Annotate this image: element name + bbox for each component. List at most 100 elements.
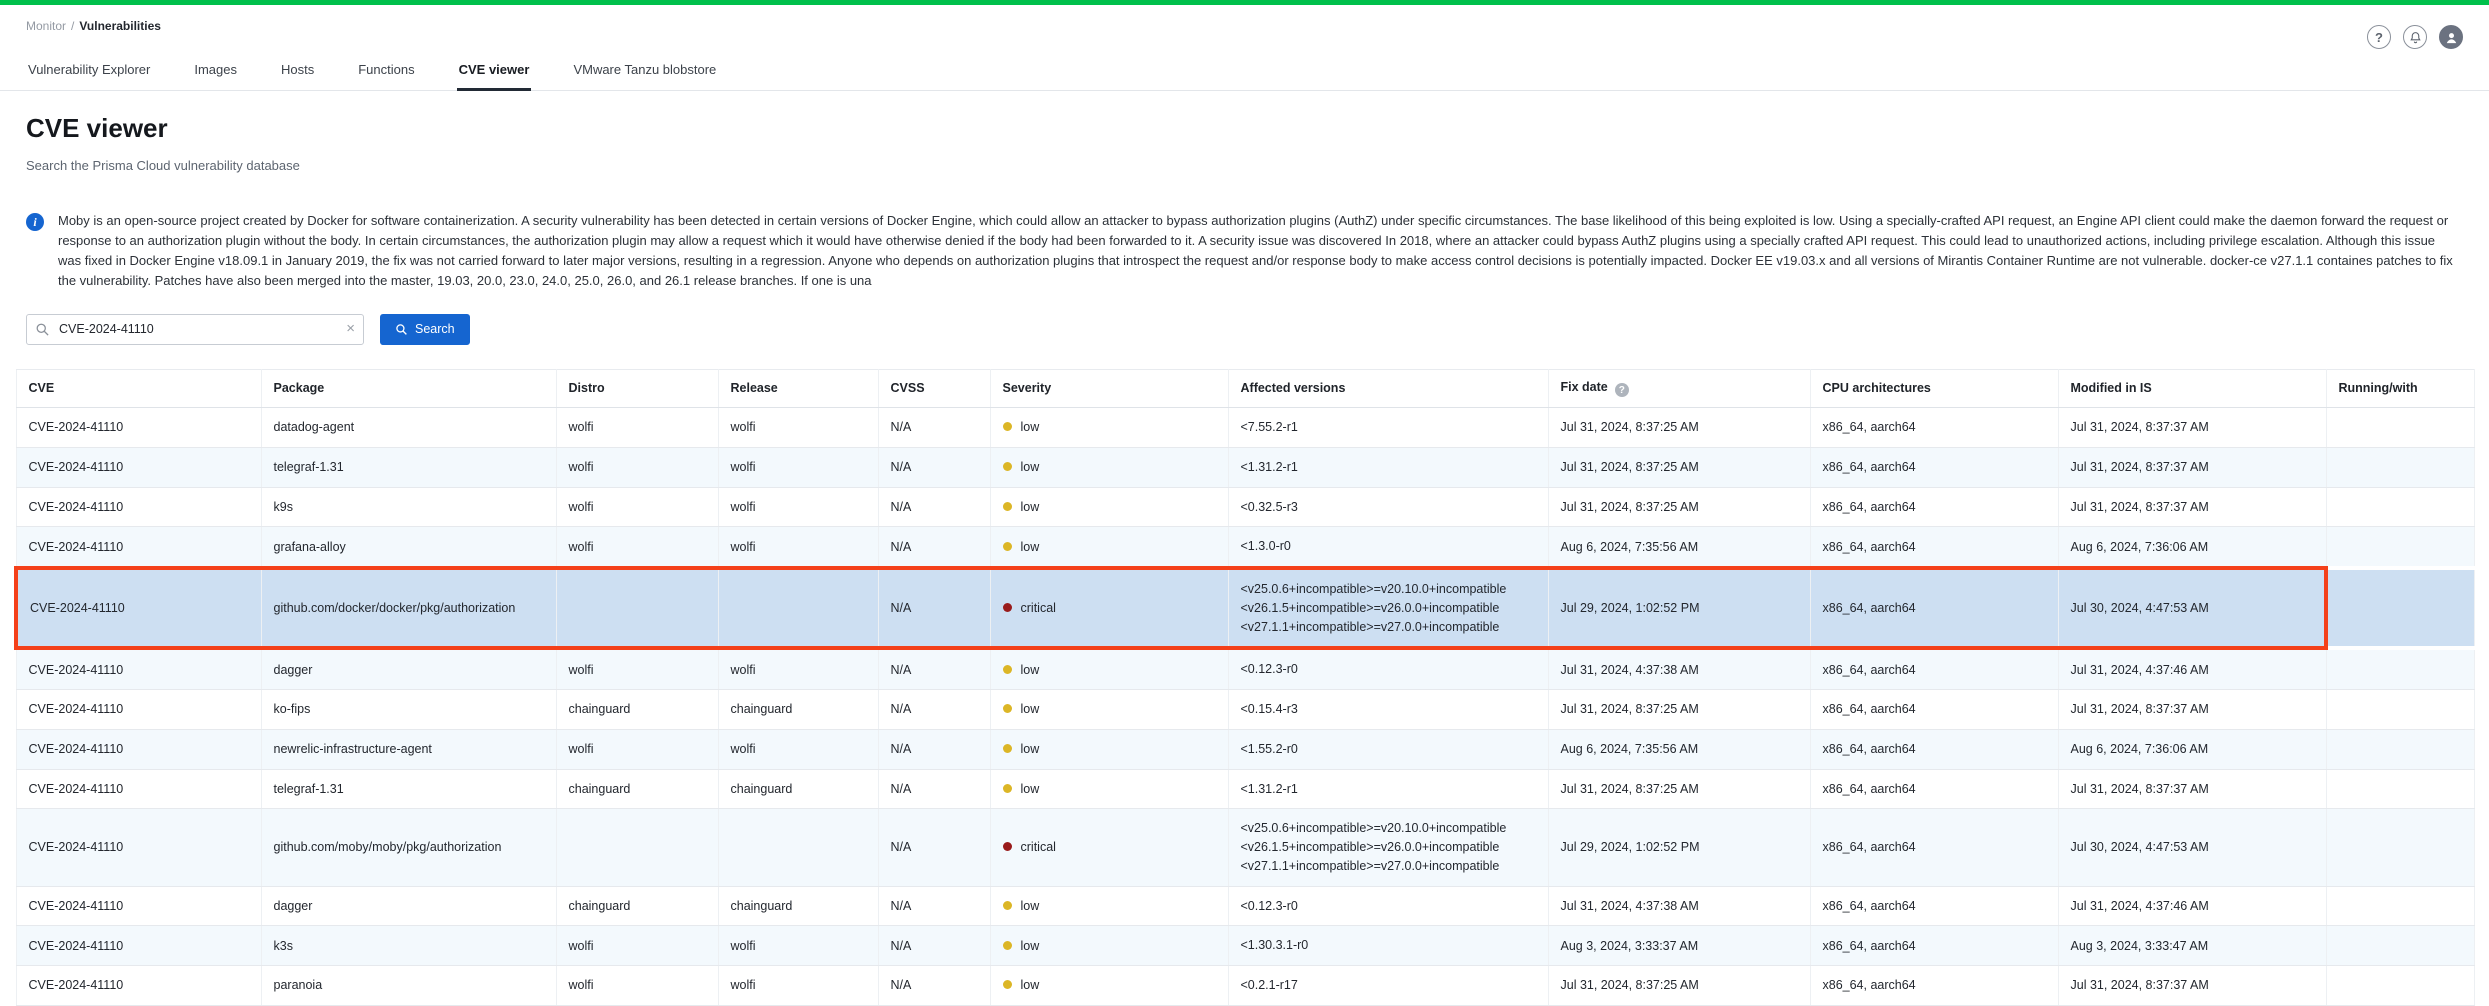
fix-date-cell: Jul 29, 2024, 1:02:52 PM — [1548, 809, 1810, 886]
severity-cell: low — [990, 966, 1228, 1006]
release-cell: wolfi — [718, 648, 878, 689]
cve-cell: CVE-2024-41110 — [16, 487, 261, 527]
info-banner: i Moby is an open-source project created… — [26, 211, 2463, 292]
table-row[interactable]: CVE-2024-41110k3swolfiwolfiN/Alow<1.30.3… — [16, 926, 2475, 966]
release-cell: chainguard — [718, 690, 878, 730]
release-cell: wolfi — [718, 966, 878, 1006]
running-with-cell — [2326, 527, 2475, 568]
cve-cell: CVE-2024-41110 — [16, 966, 261, 1006]
package-cell: telegraf-1.31 — [261, 769, 556, 809]
table-row[interactable]: CVE-2024-41110paranoiawolfiwolfiN/Alow<0… — [16, 966, 2475, 1006]
top-bar: Monitor/Vulnerabilities ? — [0, 5, 2489, 49]
severity-cell: critical — [990, 568, 1228, 648]
column-header-cpu-architectures: CPU architectures — [1810, 369, 2058, 408]
column-header-cve: CVE — [16, 369, 261, 408]
running-with-cell — [2326, 729, 2475, 769]
tab-vmware-tanzu-blobstore[interactable]: VMware Tanzu blobstore — [571, 53, 718, 91]
user-avatar[interactable] — [2439, 25, 2463, 49]
tab-cve-viewer[interactable]: CVE viewer — [457, 53, 532, 91]
table-row[interactable]: CVE-2024-41110github.com/moby/moby/pkg/a… — [16, 809, 2475, 886]
fix-date-cell: Jul 31, 2024, 8:37:25 AM — [1548, 769, 1810, 809]
table-row[interactable]: CVE-2024-41110daggerwolfiwolfiN/Alow<0.1… — [16, 648, 2475, 689]
release-cell: wolfi — [718, 408, 878, 448]
tab-functions[interactable]: Functions — [356, 53, 416, 91]
table-row[interactable]: CVE-2024-41110k9swolfiwolfiN/Alow<0.32.5… — [16, 487, 2475, 527]
clear-search-icon[interactable]: × — [346, 320, 355, 338]
package-cell: dagger — [261, 886, 556, 926]
severity-dot — [1003, 542, 1012, 551]
affected-versions-cell: <0.15.4-r3 — [1228, 690, 1548, 730]
breadcrumb-monitor[interactable]: Monitor — [26, 19, 66, 33]
package-cell: ko-fips — [261, 690, 556, 730]
affected-versions-cell: <1.31.2-r1 — [1228, 769, 1548, 809]
table-row[interactable]: CVE-2024-41110grafana-alloywolfiwolfiN/A… — [16, 527, 2475, 568]
cvss-cell: N/A — [878, 769, 990, 809]
topbar-icons: ? — [2367, 25, 2463, 49]
tab-hosts[interactable]: Hosts — [279, 53, 316, 91]
search-button[interactable]: Search — [380, 314, 470, 345]
cvss-cell: N/A — [878, 447, 990, 487]
severity-cell: low — [990, 886, 1228, 926]
fix-date-cell: Jul 29, 2024, 1:02:52 PM — [1548, 568, 1810, 648]
cvss-cell: N/A — [878, 568, 990, 648]
severity-dot — [1003, 665, 1012, 674]
release-cell: chainguard — [718, 769, 878, 809]
cve-cell: CVE-2024-41110 — [16, 769, 261, 809]
severity-cell: low — [990, 527, 1228, 568]
severity-cell: low — [990, 729, 1228, 769]
severity-dot — [1003, 941, 1012, 950]
cvss-cell: N/A — [878, 408, 990, 448]
table-row[interactable]: CVE-2024-41110telegraf-1.31wolfiwolfiN/A… — [16, 447, 2475, 487]
affected-versions-cell: <0.32.5-r3 — [1228, 487, 1548, 527]
modified-in-is-cell: Aug 6, 2024, 7:36:06 AM — [2058, 729, 2326, 769]
info-icon: i — [26, 213, 44, 231]
modified-in-is-cell: Jul 31, 2024, 8:37:37 AM — [2058, 487, 2326, 527]
cve-cell: CVE-2024-41110 — [16, 729, 261, 769]
tab-bar: Vulnerability Explorer Images Hosts Functio… — [0, 53, 2489, 91]
help-icon[interactable]: ? — [2367, 25, 2391, 49]
table-row[interactable]: CVE-2024-41110datadog-agentwolfiwolfiN/A… — [16, 408, 2475, 448]
notifications-bell-icon[interactable] — [2403, 25, 2427, 49]
cve-search-input[interactable] — [26, 314, 364, 345]
page-title: CVE viewer — [26, 113, 2463, 144]
tab-vulnerability-explorer[interactable]: Vulnerability Explorer — [26, 53, 152, 91]
severity-dot — [1003, 603, 1012, 612]
table-row[interactable]: CVE-2024-41110telegraf-1.31chainguardcha… — [16, 769, 2475, 809]
package-cell: newrelic-infrastructure-agent — [261, 729, 556, 769]
cve-cell: CVE-2024-41110 — [16, 690, 261, 730]
cpu-architectures-cell: x86_64, aarch64 — [1810, 527, 2058, 568]
running-with-cell — [2326, 769, 2475, 809]
breadcrumb: Monitor/Vulnerabilities — [26, 15, 161, 33]
distro-cell: wolfi — [556, 966, 718, 1006]
distro-cell: wolfi — [556, 926, 718, 966]
distro-cell: wolfi — [556, 648, 718, 689]
cpu-architectures-cell: x86_64, aarch64 — [1810, 447, 2058, 487]
fix-date-help-icon[interactable]: ? — [1615, 383, 1629, 397]
severity-cell: critical — [990, 809, 1228, 886]
running-with-cell — [2326, 926, 2475, 966]
search-section: × Search — [26, 314, 2463, 345]
search-button-label: Search — [415, 322, 455, 336]
severity-cell: low — [990, 408, 1228, 448]
cve-cell: CVE-2024-41110 — [16, 926, 261, 966]
page-subtitle: Search the Prisma Cloud vulnerability da… — [26, 158, 2463, 173]
column-header-fix-date: Fix date? — [1548, 369, 1810, 408]
package-cell: paranoia — [261, 966, 556, 1006]
table-row[interactable]: CVE-2024-41110daggerchainguardchainguard… — [16, 886, 2475, 926]
severity-dot — [1003, 980, 1012, 989]
affected-versions-cell: <1.55.2-r0 — [1228, 729, 1548, 769]
severity-dot — [1003, 744, 1012, 753]
package-cell: github.com/docker/docker/pkg/authorizati… — [261, 568, 556, 648]
distro-cell: wolfi — [556, 487, 718, 527]
modified-in-is-cell: Aug 6, 2024, 7:36:06 AM — [2058, 527, 2326, 568]
tab-images[interactable]: Images — [192, 53, 239, 91]
affected-versions-cell: <1.31.2-r1 — [1228, 447, 1548, 487]
table-row[interactable]: CVE-2024-41110github.com/docker/docker/p… — [16, 568, 2475, 648]
cve-cell: CVE-2024-41110 — [16, 886, 261, 926]
column-header-modified-in-is: Modified in IS — [2058, 369, 2326, 408]
cvss-cell: N/A — [878, 729, 990, 769]
page-header: CVE viewer Search the Prisma Cloud vulne… — [0, 91, 2489, 173]
table-row[interactable]: CVE-2024-41110ko-fipschainguardchainguar… — [16, 690, 2475, 730]
cvss-cell: N/A — [878, 690, 990, 730]
table-row[interactable]: CVE-2024-41110newrelic-infrastructure-ag… — [16, 729, 2475, 769]
